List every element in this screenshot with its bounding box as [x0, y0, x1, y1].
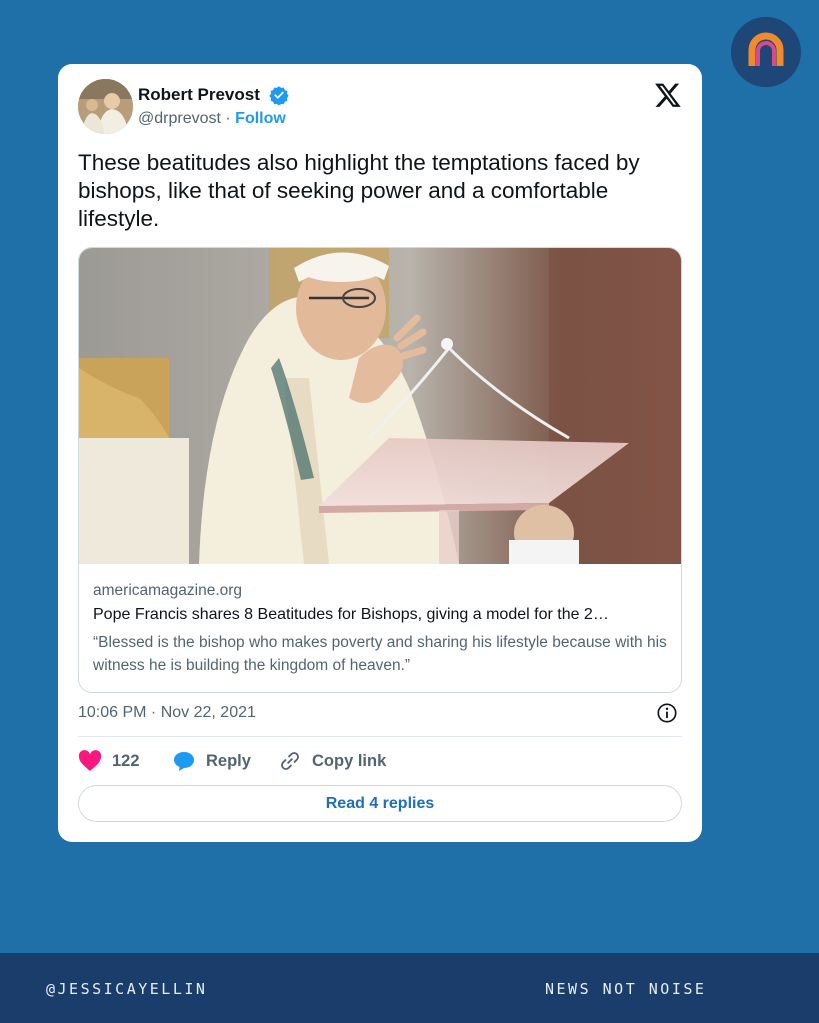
link-icon — [281, 752, 299, 770]
tweet-actions: 122 Reply Copy link — [78, 750, 682, 774]
link-description: “Blessed is the bishop who makes poverty… — [93, 634, 667, 674]
brand-n-logo-icon — [748, 32, 784, 66]
divider — [78, 736, 682, 737]
separator: · — [225, 110, 231, 127]
info-icon[interactable] — [656, 702, 678, 724]
footer-tagline: NEWS NOT NOISE — [545, 980, 707, 998]
reply-label: Reply — [206, 751, 251, 770]
tweet-card[interactable]: Robert Prevost @drprevost · Follow These… — [58, 64, 702, 842]
footer-bar: @JESSICAYELLIN NEWS NOT NOISE — [0, 953, 819, 1023]
handle-line: @drprevost · Follow — [138, 110, 286, 128]
like-count: 122 — [112, 751, 140, 770]
verified-badge-icon — [269, 86, 289, 105]
author-avatar[interactable] — [78, 79, 133, 134]
brand-badge — [731, 17, 801, 87]
author-handle[interactable]: @drprevost — [138, 110, 221, 127]
read-replies-button[interactable]: Read 4 replies — [78, 785, 682, 822]
follow-link[interactable]: Follow — [235, 110, 286, 127]
link-title[interactable]: Pope Francis shares 8 Beatitudes for Bis… — [93, 606, 668, 624]
like-button[interactable]: 122 — [78, 750, 140, 772]
photo-pope-at-lectern — [79, 248, 681, 564]
link-domain: americamagazine.org — [93, 582, 243, 599]
author-name[interactable]: Robert Prevost — [138, 85, 260, 105]
link-preview-card[interactable]: americamagazine.org Pope Francis shares … — [78, 247, 682, 693]
heart-icon — [78, 750, 102, 771]
tweet-timestamp[interactable]: 10:06 PM · Nov 22, 2021 — [78, 704, 256, 722]
copy-link-button[interactable]: Copy link — [278, 750, 386, 772]
reply-bubble-icon — [174, 752, 194, 771]
copy-link-label: Copy link — [312, 751, 387, 770]
reply-button[interactable]: Reply — [172, 750, 251, 772]
tweet-text: These beatitudes also highlight the temp… — [78, 150, 640, 231]
x-logo-icon[interactable] — [654, 81, 682, 109]
footer-handle: @JESSICAYELLIN — [46, 980, 208, 998]
